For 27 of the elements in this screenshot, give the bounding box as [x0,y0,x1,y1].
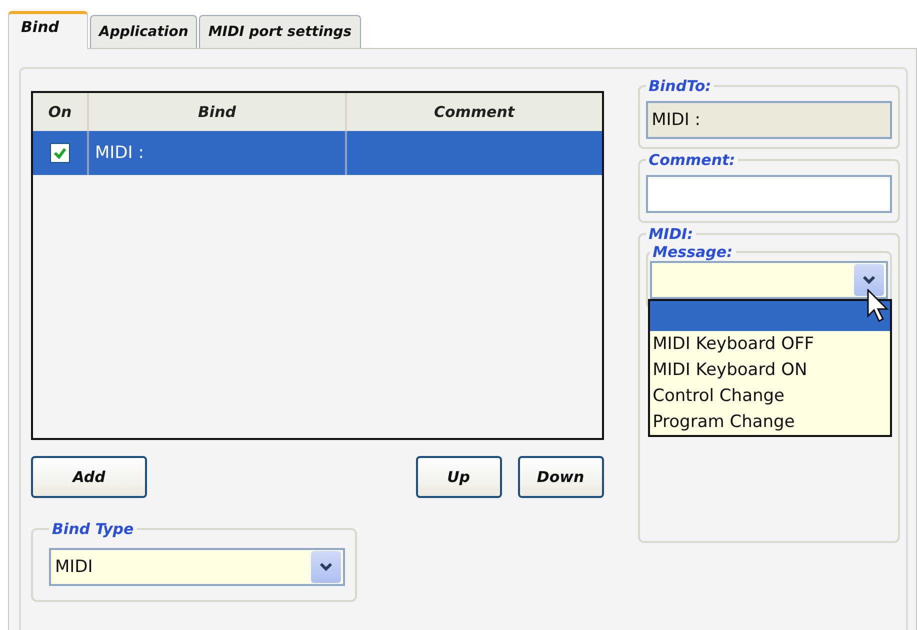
dropdown-button[interactable] [311,551,341,583]
add-button[interactable]: Add [31,456,147,498]
dropdown-option[interactable]: Control Change [650,383,890,409]
group-label: Message: [652,243,734,261]
table-cell: MIDI : [95,143,144,163]
checkbox[interactable] [50,143,70,163]
table-row[interactable]: MIDI : [33,131,602,175]
chevron-down-icon [862,275,876,285]
check-icon [53,147,67,159]
dropdown-option[interactable]: Program Change [650,409,890,435]
group-label: BindTo: [648,77,712,95]
dropdown-option[interactable]: MIDI Keyboard ON [650,357,890,383]
group-label: Bind Type [51,520,135,538]
column-header[interactable]: On [33,93,87,131]
down-button[interactable]: Down [518,456,604,498]
dropdown-button[interactable] [854,264,884,296]
up-button[interactable]: Up [416,456,502,498]
tab[interactable]: MIDI port settings [199,15,361,48]
tab[interactable]: Application [90,15,198,48]
group-label: Comment: [648,151,736,169]
chevron-down-icon [319,562,333,572]
tab[interactable]: Bind [8,11,88,49]
comment-field[interactable] [646,175,892,213]
group-label: MIDI: [648,225,694,243]
dropdown-option[interactable]: MIDI Keyboard OFF [650,331,890,357]
bind-type-dropdown[interactable]: MIDI [49,548,345,586]
bind-to-field[interactable]: MIDI : [646,101,892,139]
